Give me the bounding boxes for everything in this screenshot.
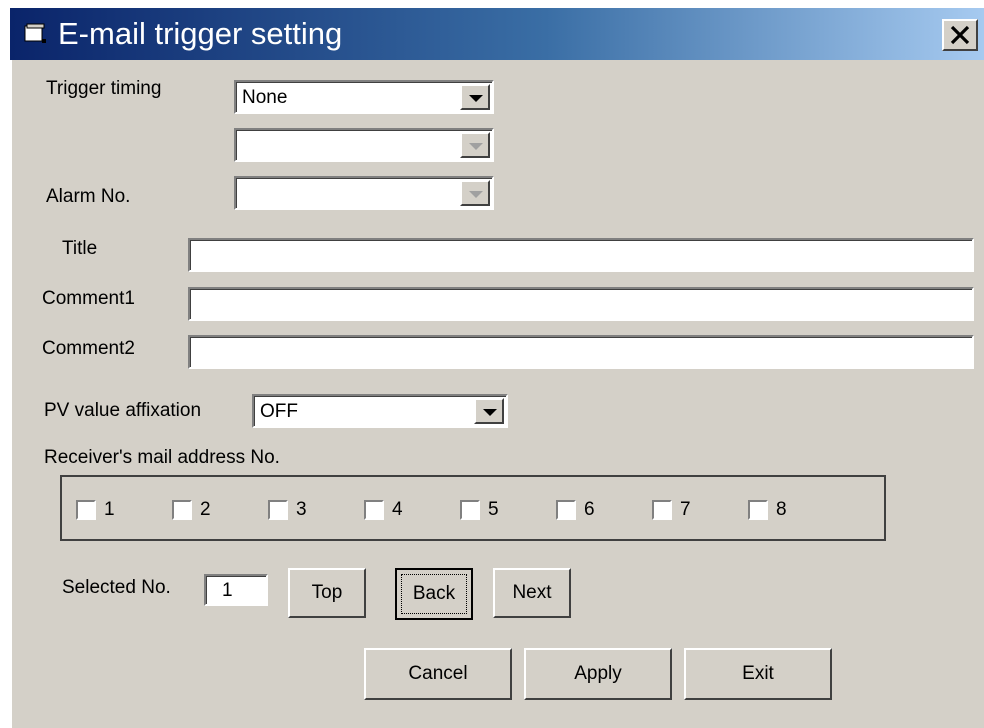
close-button[interactable] <box>942 19 978 51</box>
chevron-down-icon <box>469 95 483 102</box>
checkbox[interactable] <box>172 500 192 520</box>
comment2-field[interactable] <box>188 335 974 369</box>
alarm-no-select[interactable] <box>234 176 494 210</box>
pv-value-affixation-value: OFF <box>260 401 298 422</box>
dropdown-button[interactable] <box>460 132 490 158</box>
checkbox[interactable] <box>748 500 768 520</box>
exit-button[interactable]: Exit <box>684 648 832 700</box>
exit-button-label: Exit <box>742 663 774 684</box>
title-bar[interactable]: E-mail trigger setting <box>10 8 984 60</box>
checkbox-label: 4 <box>392 499 403 520</box>
chevron-down-icon <box>469 143 483 150</box>
window-title: E-mail trigger setting <box>58 16 343 51</box>
checkbox-label: 8 <box>776 499 787 520</box>
chevron-down-icon <box>469 191 483 198</box>
dropdown-button[interactable] <box>460 180 490 206</box>
next-button-label: Next <box>512 582 552 603</box>
window-icon <box>24 23 48 45</box>
top-button[interactable]: Top <box>288 568 366 618</box>
selected-no-value: 1 <box>222 580 233 601</box>
comment2-label: Comment2 <box>42 338 135 359</box>
selected-no-field[interactable]: 1 <box>204 574 268 606</box>
trigger-timing-sub-select[interactable] <box>234 128 494 162</box>
cancel-button-label: Cancel <box>408 663 468 684</box>
back-button[interactable]: Back <box>395 568 473 620</box>
top-button-label: Top <box>311 582 343 603</box>
close-icon <box>950 25 970 45</box>
comment1-label: Comment1 <box>42 288 135 309</box>
pv-value-affixation-select[interactable]: OFF <box>252 394 508 428</box>
apply-button[interactable]: Apply <box>524 648 672 700</box>
checkbox[interactable] <box>556 500 576 520</box>
cancel-button[interactable]: Cancel <box>364 648 512 700</box>
checkbox[interactable] <box>76 500 96 520</box>
checkbox-label: 2 <box>200 499 211 520</box>
chevron-down-icon <box>483 409 497 416</box>
checkbox[interactable] <box>652 500 672 520</box>
apply-button-label: Apply <box>574 663 622 684</box>
checkbox[interactable] <box>460 500 480 520</box>
checkbox-label: 3 <box>296 499 307 520</box>
checkbox-label: 5 <box>488 499 499 520</box>
title-field[interactable] <box>188 238 974 272</box>
selected-no-label: Selected No. <box>62 577 171 598</box>
checkbox-label: 6 <box>584 499 595 520</box>
next-button[interactable]: Next <box>493 568 571 618</box>
checkbox-label: 1 <box>104 499 115 520</box>
trigger-timing-select[interactable]: None <box>234 80 494 114</box>
checkbox-label: 7 <box>680 499 691 520</box>
checkbox[interactable] <box>364 500 384 520</box>
checkbox[interactable] <box>268 500 288 520</box>
dropdown-button[interactable] <box>474 398 504 424</box>
receiver-mail-address-label: Receiver's mail address No. <box>44 447 280 468</box>
comment1-field[interactable] <box>188 287 974 321</box>
alarm-no-label: Alarm No. <box>46 186 131 207</box>
dropdown-button[interactable] <box>460 84 490 110</box>
pv-value-affixation-label: PV value affixation <box>44 400 202 421</box>
trigger-timing-value: None <box>242 87 288 108</box>
title-label: Title <box>62 238 98 259</box>
trigger-timing-label: Trigger timing <box>46 78 162 99</box>
